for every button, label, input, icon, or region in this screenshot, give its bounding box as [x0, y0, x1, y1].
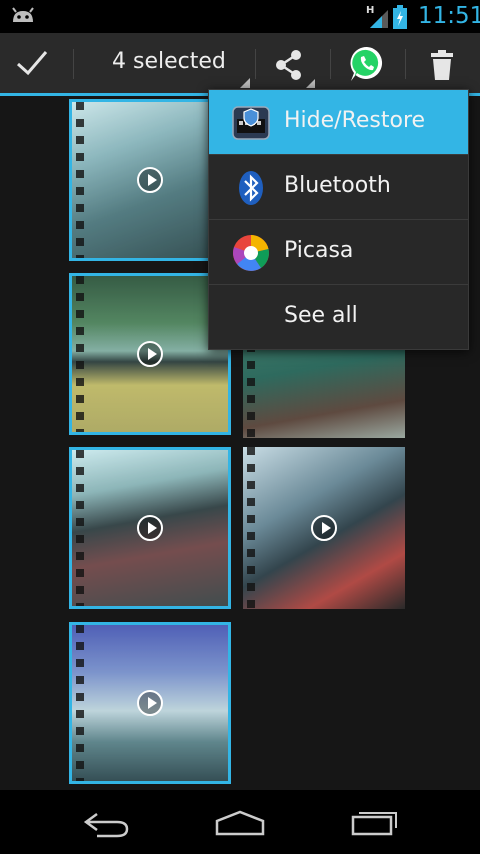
play-icon	[311, 515, 337, 541]
status-bar: H 11:51	[0, 0, 480, 33]
video-thumbnail[interactable]	[69, 447, 231, 609]
share-icon[interactable]	[272, 48, 306, 86]
play-icon	[137, 515, 163, 541]
menu-item-label: Picasa	[284, 238, 354, 263]
video-thumbnail[interactable]	[243, 447, 405, 609]
film-strip	[76, 625, 84, 781]
done-check-icon[interactable]	[14, 47, 50, 83]
hide-restore-icon	[231, 103, 271, 143]
play-icon	[137, 167, 163, 193]
play-icon	[137, 690, 163, 716]
menu-item-bluetooth[interactable]: Bluetooth	[209, 154, 468, 219]
menu-item-label: Bluetooth	[284, 173, 391, 198]
film-strip	[76, 102, 84, 258]
navigation-bar	[0, 790, 480, 854]
menu-item-see-all[interactable]: See all	[209, 284, 468, 349]
divider	[73, 49, 74, 79]
back-icon[interactable]	[83, 810, 131, 842]
menu-item-label: See all	[284, 303, 358, 328]
menu-item-picasa[interactable]: Picasa	[209, 219, 468, 284]
menu-separator	[209, 219, 468, 220]
divider	[405, 49, 406, 79]
clock: 11:51	[418, 3, 480, 29]
video-thumbnail[interactable]	[69, 273, 231, 435]
menu-item-label: Hide/Restore	[284, 108, 426, 133]
whatsapp-icon[interactable]	[347, 44, 387, 88]
menu-separator	[209, 284, 468, 285]
menu-separator	[209, 154, 468, 155]
film-strip	[247, 447, 255, 609]
divider	[330, 49, 331, 79]
film-strip	[76, 276, 84, 432]
video-thumbnail[interactable]	[69, 99, 231, 261]
contextual-action-bar: 4 selected	[0, 33, 480, 96]
android-debug-icon	[10, 6, 36, 30]
video-thumbnail[interactable]	[69, 622, 231, 784]
bluetooth-icon	[231, 168, 271, 208]
recent-apps-icon[interactable]	[350, 808, 400, 840]
selection-count-dropdown[interactable]: 4 selected	[112, 49, 226, 74]
home-icon[interactable]	[214, 810, 266, 840]
share-menu: Hide/Restore Bluetooth Picasa See all	[208, 89, 469, 350]
menu-item-hide-restore[interactable]: Hide/Restore	[209, 90, 468, 154]
picasa-icon	[231, 233, 271, 273]
film-strip	[76, 450, 84, 606]
battery-icon	[393, 5, 407, 33]
play-icon	[137, 341, 163, 367]
signal-icon	[368, 8, 390, 32]
delete-trash-icon[interactable]	[428, 49, 456, 85]
divider	[255, 49, 256, 79]
